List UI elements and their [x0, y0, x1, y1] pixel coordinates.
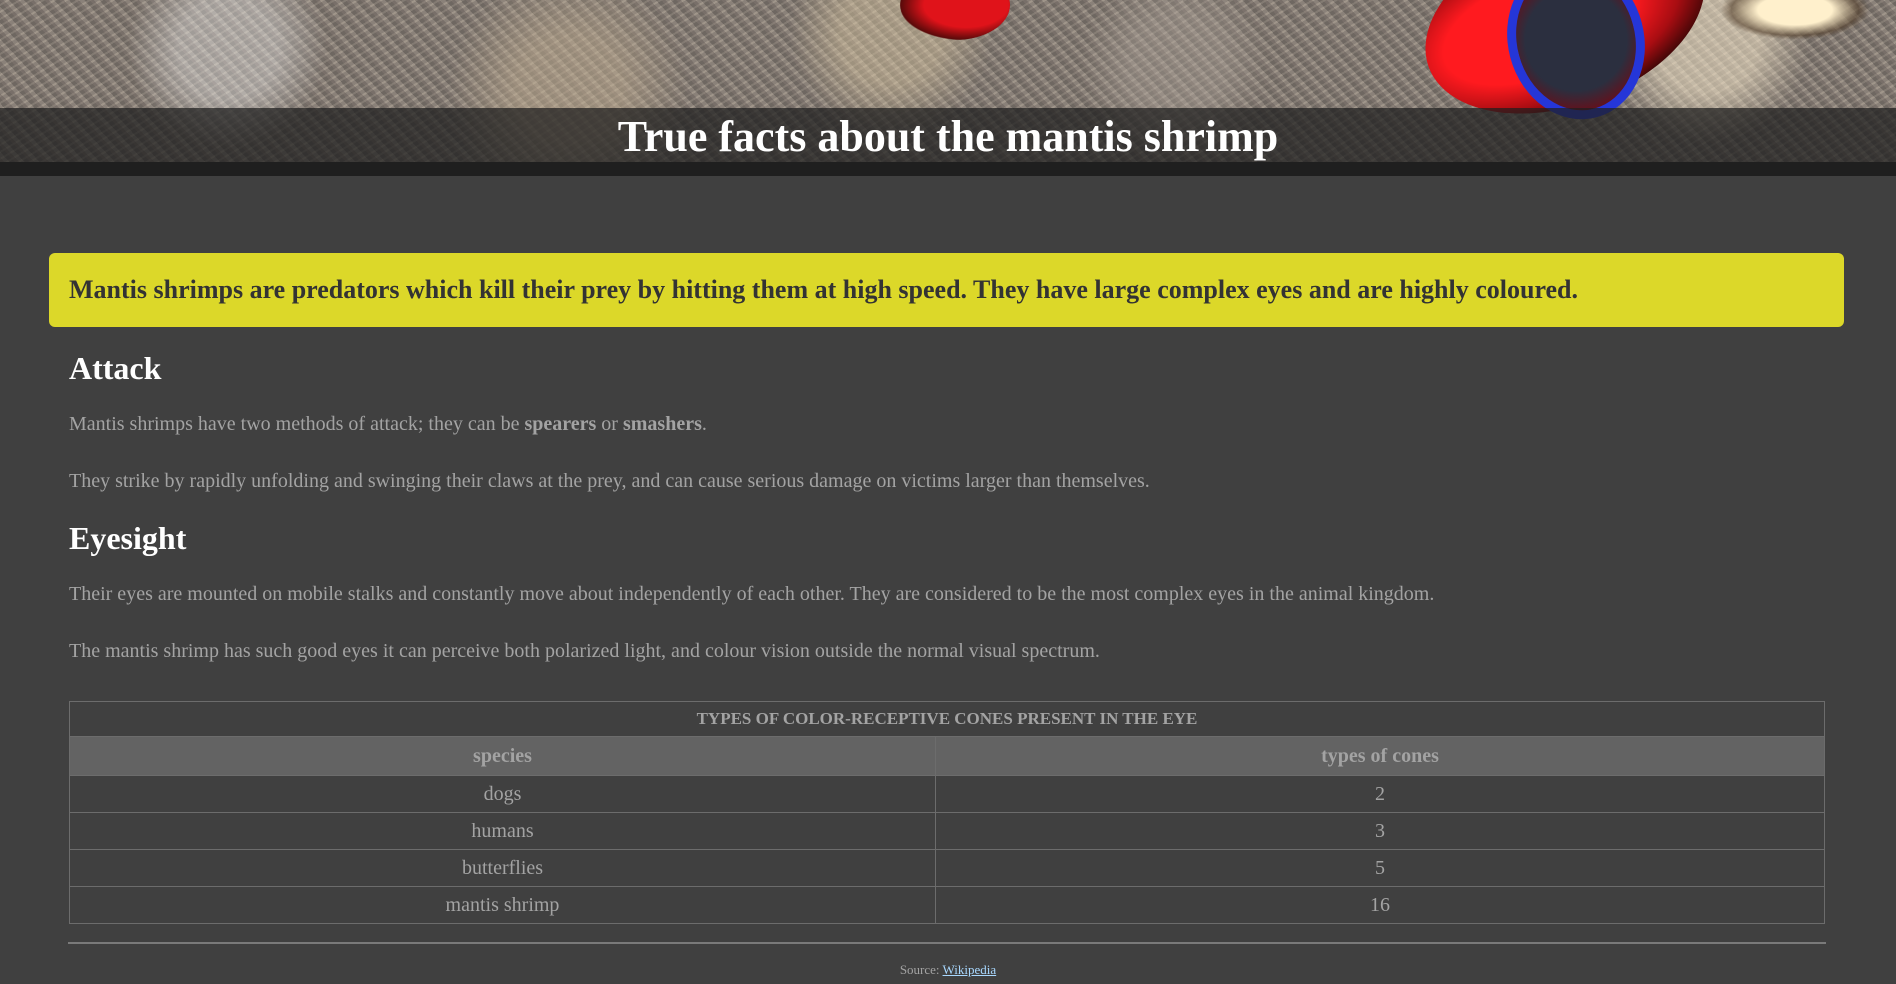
attack-term-smashers: smashers [622, 413, 702, 435]
species-cell: mantis shrimp [69, 886, 936, 924]
attack-paragraph-1: Mantis shrimps have two methods of attac… [69, 396, 1824, 453]
column-header-cones: types of cones [935, 736, 1825, 776]
footer-divider [68, 942, 1826, 944]
attack-term-spearers: spearers [524, 413, 597, 435]
species-cell: dogs [69, 775, 936, 813]
attack-p1-text: Mantis shrimps have two methods of attac… [69, 413, 525, 435]
table-row: dogs 2 [69, 775, 1825, 813]
main-content: Attack Mantis shrimps have two methods o… [69, 340, 1824, 680]
source-label: Source: [899, 962, 940, 977]
attack-heading: Attack [69, 350, 162, 386]
column-header-species: species [69, 736, 936, 776]
table-row: humans 3 [69, 812, 1825, 850]
wikipedia-link[interactable]: Wikipedia [943, 962, 997, 977]
intro-callout: Mantis shrimps are predators which kill … [49, 253, 1844, 327]
footer: Source: Wikipedia [0, 962, 1896, 978]
table-row: mantis shrimp 16 [69, 886, 1825, 924]
intro-text: Mantis shrimps are predators which kill … [69, 275, 1579, 304]
cones-cell: 16 [935, 886, 1825, 924]
banner-shrimp-shape [900, 0, 1010, 40]
table-caption: TYPES OF COLOR-RECEPTIVE CONES PRESENT I… [69, 701, 1825, 736]
eyesight-heading: Eyesight [69, 520, 187, 556]
page: True facts about the mantis shrimp Manti… [0, 0, 1896, 984]
page-title: True facts about the mantis shrimp [617, 112, 1279, 161]
eyesight-paragraph-2: The mantis shrimp has such good eyes it … [69, 640, 1100, 662]
cones-cell: 5 [935, 849, 1825, 887]
species-cell: butterflies [69, 849, 936, 887]
species-cell: humans [69, 812, 936, 850]
cones-cell: 3 [935, 812, 1825, 850]
table-header-row: species types of cones [69, 736, 1825, 776]
attack-p1-end: . [701, 413, 707, 435]
banner-highlight [1720, 0, 1870, 40]
table-row: butterflies 5 [69, 849, 1825, 887]
eyesight-paragraph-1: Their eyes are mounted on mobile stalks … [69, 583, 1435, 605]
attack-p1-connector: or [596, 413, 623, 435]
cones-table: TYPES OF COLOR-RECEPTIVE CONES PRESENT I… [69, 701, 1825, 924]
attack-paragraph-2: They strike by rapidly unfolding and swi… [69, 470, 1150, 492]
cones-cell: 2 [935, 775, 1825, 813]
title-band-edge [0, 162, 1896, 176]
